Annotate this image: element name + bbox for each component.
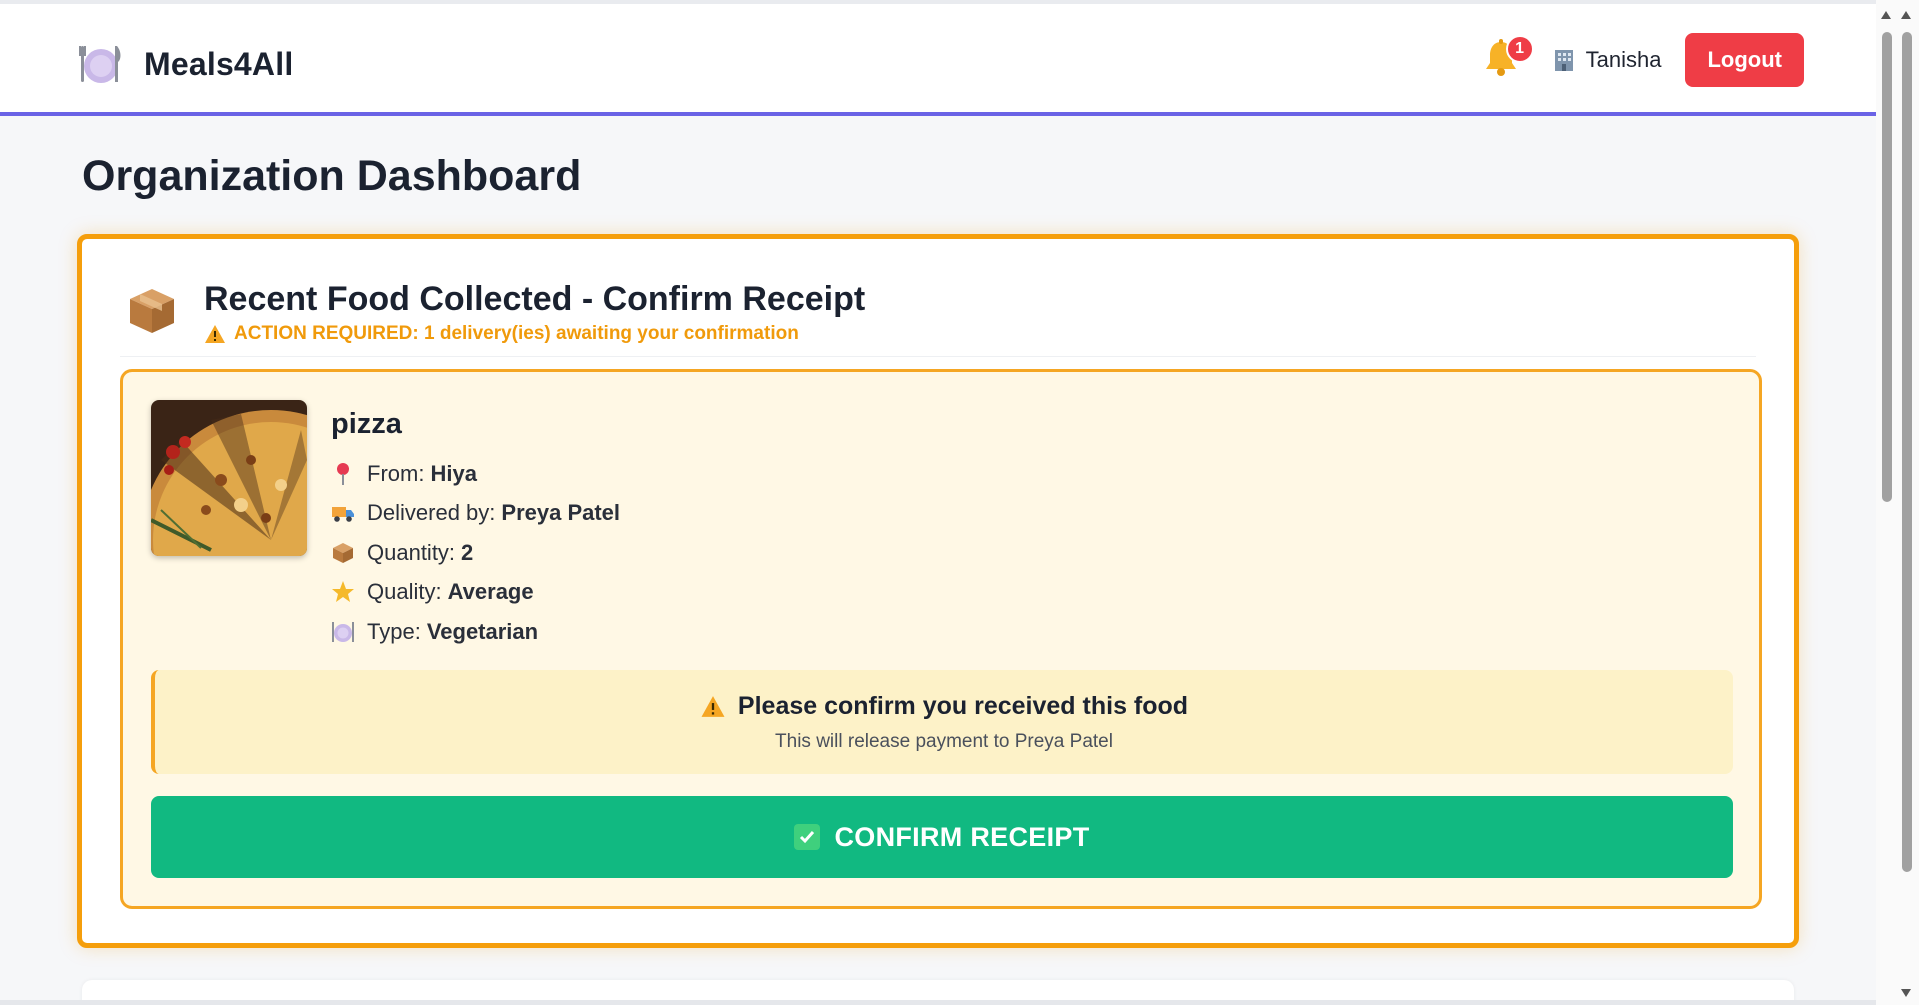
detail-value: 2 bbox=[461, 539, 474, 565]
package-icon bbox=[126, 285, 178, 337]
scrollbar[interactable] bbox=[1876, 0, 1919, 1005]
detail-quality: Quality: Average bbox=[331, 573, 620, 613]
package-icon bbox=[331, 541, 355, 565]
scroll-up-icon[interactable] bbox=[1876, 6, 1896, 24]
viewport: Meals4All 1 Tanisha Logout Organization … bbox=[0, 0, 1876, 1005]
scroll-down-icon[interactable] bbox=[1896, 984, 1916, 1002]
notice-subtitle: This will release payment to Preya Patel bbox=[775, 731, 1113, 752]
logout-button[interactable]: Logout bbox=[1685, 33, 1804, 87]
detail-value: Preya Patel bbox=[501, 500, 621, 526]
confirm-notice: Please confirm you received this food Th… bbox=[151, 670, 1733, 774]
confirm-receipt-card: Recent Food Collected - Confirm Receipt … bbox=[77, 234, 1799, 948]
navbar: Meals4All 1 Tanisha Logout bbox=[0, 4, 1876, 116]
plate-icon bbox=[331, 620, 355, 644]
scroll-up-icon[interactable] bbox=[1896, 6, 1916, 24]
detail-label: Delivered by: bbox=[367, 500, 496, 526]
nav-right: 1 Tanisha Logout bbox=[1478, 33, 1804, 87]
confirm-receipt-label: CONFIRM RECEIPT bbox=[834, 821, 1090, 852]
action-required-banner: ACTION REQUIRED: 1 delivery(ies) awaitin… bbox=[204, 323, 865, 345]
detail-label: Quantity: bbox=[367, 539, 456, 565]
bottom-border bbox=[0, 1000, 1876, 1005]
food-name: pizza bbox=[331, 408, 402, 440]
detail-label: Quality: bbox=[367, 579, 442, 605]
card-header: Recent Food Collected - Confirm Receipt … bbox=[126, 279, 865, 345]
detail-type: Type: Vegetarian bbox=[331, 612, 620, 652]
brand[interactable]: Meals4All bbox=[78, 42, 293, 86]
star-icon bbox=[331, 580, 355, 604]
user-menu[interactable]: Tanisha bbox=[1552, 47, 1662, 73]
header-divider bbox=[120, 356, 1756, 357]
page-title: Organization Dashboard bbox=[82, 152, 582, 200]
delivery-item: pizza From: Hiya Delivered by: Preya Pat… bbox=[120, 369, 1762, 909]
card-title: Recent Food Collected - Confirm Receipt bbox=[204, 280, 866, 318]
warning-icon bbox=[204, 324, 226, 344]
pin-icon bbox=[331, 462, 355, 486]
scrollbar-thumb[interactable] bbox=[1882, 32, 1892, 502]
checkmark-icon bbox=[794, 824, 821, 850]
detail-value: Hiya bbox=[430, 460, 477, 486]
warning-icon bbox=[700, 695, 726, 718]
building-icon bbox=[1552, 48, 1576, 72]
brand-name: Meals4All bbox=[144, 45, 294, 82]
detail-value: Vegetarian bbox=[426, 618, 539, 644]
detail-from: From: Hiya bbox=[331, 454, 620, 494]
detail-label: Type: bbox=[367, 618, 421, 644]
notification-badge: 1 bbox=[1505, 35, 1534, 63]
detail-label: From: bbox=[367, 460, 425, 486]
detail-value: Average bbox=[447, 579, 534, 605]
plate-utensils-icon bbox=[78, 42, 122, 86]
detail-quantity: Quantity: 2 bbox=[331, 533, 620, 573]
delivery-details: From: Hiya Delivered by: Preya Patel Qua… bbox=[331, 454, 620, 652]
notice-title-row: Please confirm you received this food bbox=[155, 692, 1733, 721]
food-image bbox=[151, 400, 307, 556]
notifications-button[interactable]: 1 bbox=[1478, 35, 1534, 83]
action-required-text: ACTION REQUIRED: 1 delivery(ies) awaitin… bbox=[234, 323, 799, 344]
scrollbar-thumb[interactable] bbox=[1902, 32, 1912, 872]
user-name: Tanisha bbox=[1585, 47, 1662, 72]
detail-delivered-by: Delivered by: Preya Patel bbox=[331, 494, 620, 534]
truck-icon bbox=[331, 501, 355, 525]
notice-title: Please confirm you received this food bbox=[737, 692, 1189, 720]
confirm-receipt-button[interactable]: CONFIRM RECEIPT bbox=[151, 796, 1733, 878]
